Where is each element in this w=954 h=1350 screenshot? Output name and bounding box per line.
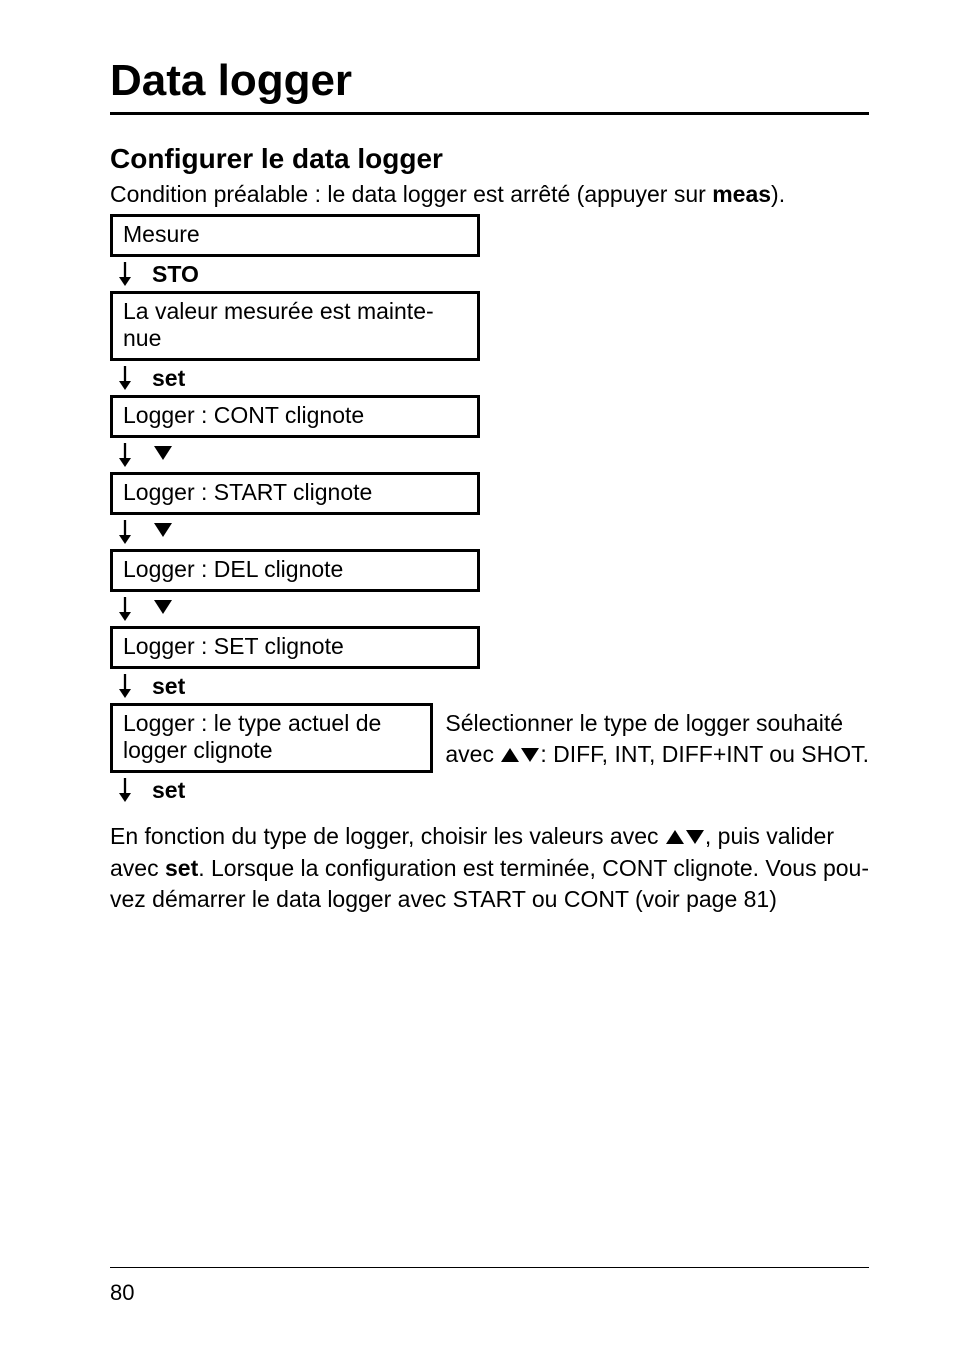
side-line1: Sélectionner le type de logger souhaité: [445, 708, 869, 739]
down-arrow-icon: [118, 673, 146, 699]
triangle-up-icon: [500, 741, 520, 767]
cell-del: Logger : DEL clignote: [110, 549, 480, 592]
step-set-label: set: [146, 777, 185, 804]
precondition-post: ).: [771, 181, 785, 207]
cell-mesure: Mesure: [110, 214, 480, 257]
down-arrow-icon: [118, 596, 146, 622]
cell-type: Logger : le type actuel de logger cligno…: [110, 703, 433, 773]
cell-maintenue: La valeur mesurée est mainte- nue: [110, 291, 480, 361]
page-number: 80: [110, 1280, 134, 1306]
step-set-1: set: [110, 361, 869, 395]
step-set-3: set: [110, 773, 869, 807]
step-down-1: [110, 438, 869, 472]
triangle-up-icon: [665, 823, 685, 849]
down-arrow-icon: [118, 365, 146, 391]
side-note: Sélectionner le type de logger souhaité …: [433, 703, 869, 773]
precondition-pre: Condition préalable : le data logger est…: [110, 181, 712, 207]
triangle-down-icon: [520, 741, 540, 767]
cell-cont: Logger : CONT clignote: [110, 395, 480, 438]
para-bold: set: [165, 855, 198, 881]
side-line2: avec : DIFF, INT, DIFF+INT ou SHOT.: [445, 739, 869, 770]
step-set-2: set: [110, 669, 869, 703]
down-arrow-icon: [118, 777, 146, 803]
para-tail: . Lorsque la configuration est terminée,…: [110, 855, 869, 913]
triangle-down-icon: [685, 823, 705, 849]
triangle-down-icon: [146, 444, 174, 467]
step-sto: STO: [110, 257, 869, 291]
down-arrow-icon: [118, 519, 146, 545]
step-down-2: [110, 515, 869, 549]
down-arrow-icon: [118, 442, 146, 468]
section-heading: Configurer le data logger: [110, 143, 869, 175]
down-arrow-icon: [118, 261, 146, 287]
step-set-label: set: [146, 673, 185, 700]
precondition-key: meas: [712, 181, 771, 207]
side-line2-post: : DIFF, INT, DIFF+INT ou SHOT.: [540, 741, 869, 767]
para-pre: En fonction du type de logger, choisir l…: [110, 823, 665, 849]
cell-setc: Logger : SET clignote: [110, 626, 480, 669]
triangle-down-icon: [146, 598, 174, 621]
side-line2-pre: avec: [445, 741, 500, 767]
step-set-label: set: [146, 365, 185, 392]
cell-start: Logger : START clignote: [110, 472, 480, 515]
step-down-3: [110, 592, 869, 626]
footer-rule: [110, 1267, 869, 1268]
step-sto-label: STO: [146, 261, 199, 288]
page-title: Data logger: [110, 56, 869, 106]
precondition-text: Condition préalable : le data logger est…: [110, 181, 869, 208]
title-rule: [110, 112, 869, 115]
triangle-down-icon: [146, 521, 174, 544]
closing-paragraph: En fonction du type de logger, choisir l…: [110, 821, 869, 916]
